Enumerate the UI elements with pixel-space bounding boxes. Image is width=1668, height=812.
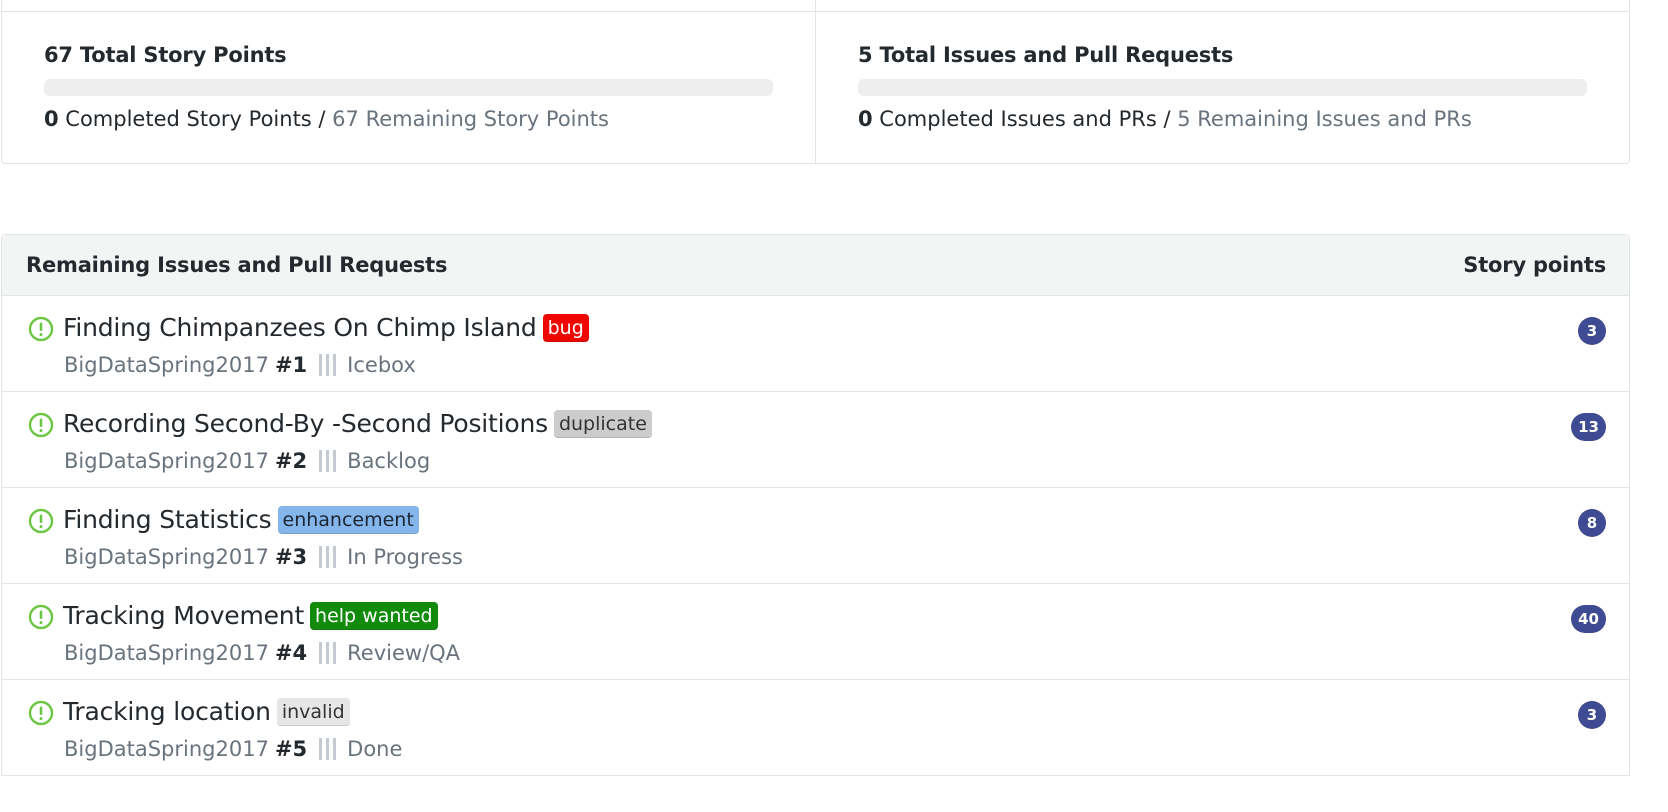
issue-row-2[interactable]: Recording Second-By -Second Positions du… [2,392,1629,488]
issue-opened-icon [28,508,54,534]
issue-repo[interactable]: BigDataSpring2017 [64,639,269,667]
remaining-issues-panel: Remaining Issues and Pull Requests Story… [1,234,1630,776]
issues-progress-bar [858,79,1587,96]
pipeline-icon [319,354,337,376]
story-points-badge: 3 [1578,701,1606,729]
story-points-badge: 3 [1578,317,1606,345]
issue-title-line: Recording Second-By -Second Positions du… [63,407,652,441]
story-points-stats: 0 Completed Story Points / 67 Remaining … [44,105,773,133]
issue-row-3[interactable]: Finding Statistics enhancement BigDataSp… [2,488,1629,584]
issue-number[interactable]: #1 [275,351,307,379]
pipeline-icon [319,738,337,760]
issue-label-bug[interactable]: bug [542,314,589,342]
pipeline-icon [319,450,337,472]
issue-repo[interactable]: BigDataSpring2017 [64,447,269,475]
issue-opened-icon [28,604,54,630]
issue-row-5[interactable]: Tracking location invalid BigDataSpring2… [2,680,1629,775]
completed-issues-label: Completed Issues and PRs / [872,107,1178,131]
issues-stats: 0 Completed Issues and PRs / 5 Remaining… [858,105,1587,133]
story-points-badge: 8 [1578,509,1606,537]
issue-title-line: Finding Statistics enhancement [63,503,419,537]
issue-opened-icon [28,316,54,342]
issue-pipeline: Review/QA [347,641,461,665]
summary-panel: 67 Total Story Points 0 Completed Story … [1,0,1630,164]
completed-story-points-value: 0 [44,107,59,131]
issue-number[interactable]: #5 [275,735,307,763]
issue-label-duplicate[interactable]: duplicate [553,410,652,438]
pipeline-icon [319,546,337,568]
issue-number[interactable]: #2 [275,447,307,475]
issue-pipeline: Done [347,737,403,761]
story-points-column-header: Story points [1463,253,1606,277]
issues-table-header: Remaining Issues and Pull Requests Story… [2,235,1629,296]
story-points-summary: 67 Total Story Points 0 Completed Story … [2,0,815,163]
issue-label-help-wanted[interactable]: help wanted [310,602,438,630]
issue-label-enhancement[interactable]: enhancement [277,506,419,534]
pipeline-icon [319,642,337,664]
issue-repo[interactable]: BigDataSpring2017 [64,543,269,571]
completed-issues-value: 0 [858,107,873,131]
issue-meta: BigDataSpring2017 #4 Review/QA [64,639,460,667]
issue-meta: BigDataSpring2017 #2 Backlog [64,447,430,475]
issue-pipeline: Backlog [347,449,431,473]
issues-title: 5 Total Issues and Pull Requests [858,43,1234,67]
issue-title-link[interactable]: Finding Statistics [63,503,272,537]
story-points-badge: 40 [1571,605,1606,633]
issue-title-line: Tracking Movement help wanted [63,599,438,633]
issue-opened-icon [28,412,54,438]
issue-title-link[interactable]: Tracking location [63,695,271,729]
remaining-issues-label: 5 Remaining Issues and PRs [1177,107,1472,131]
story-points-title: 67 Total Story Points [44,43,287,67]
issue-label-invalid[interactable]: invalid [276,698,350,726]
issue-repo[interactable]: BigDataSpring2017 [64,351,269,379]
completed-story-points-label: Completed Story Points / [58,107,333,131]
issue-title-link[interactable]: Finding Chimpanzees On Chimp Island [63,311,537,345]
issue-meta: BigDataSpring2017 #1 Icebox [64,351,416,379]
issue-repo[interactable]: BigDataSpring2017 [64,735,269,763]
issue-title-line: Tracking location invalid [63,695,350,729]
story-points-progress-bar [44,79,773,96]
issue-opened-icon [28,700,54,726]
issue-row-1[interactable]: Finding Chimpanzees On Chimp Island bug … [2,296,1629,392]
issue-list: Finding Chimpanzees On Chimp Island bug … [2,296,1629,775]
issue-number[interactable]: #4 [275,639,307,667]
remaining-story-points-label: 67 Remaining Story Points [332,107,609,131]
issue-title-link[interactable]: Tracking Movement [63,599,304,633]
issue-meta: BigDataSpring2017 #5 Done [64,735,402,763]
issue-title-line: Finding Chimpanzees On Chimp Island bug [63,311,589,345]
issue-title-link[interactable]: Recording Second-By -Second Positions [63,407,548,441]
story-points-badge: 13 [1571,413,1606,441]
issues-table-title: Remaining Issues and Pull Requests [26,253,448,277]
issue-pipeline: In Progress [347,545,463,569]
issues-summary: 5 Total Issues and Pull Requests 0 Compl… [815,0,1629,163]
issue-pipeline: Icebox [347,353,416,377]
issue-row-4[interactable]: Tracking Movement help wanted BigDataSpr… [2,584,1629,680]
issue-number[interactable]: #3 [275,543,307,571]
issue-meta: BigDataSpring2017 #3 In Progress [64,543,463,571]
